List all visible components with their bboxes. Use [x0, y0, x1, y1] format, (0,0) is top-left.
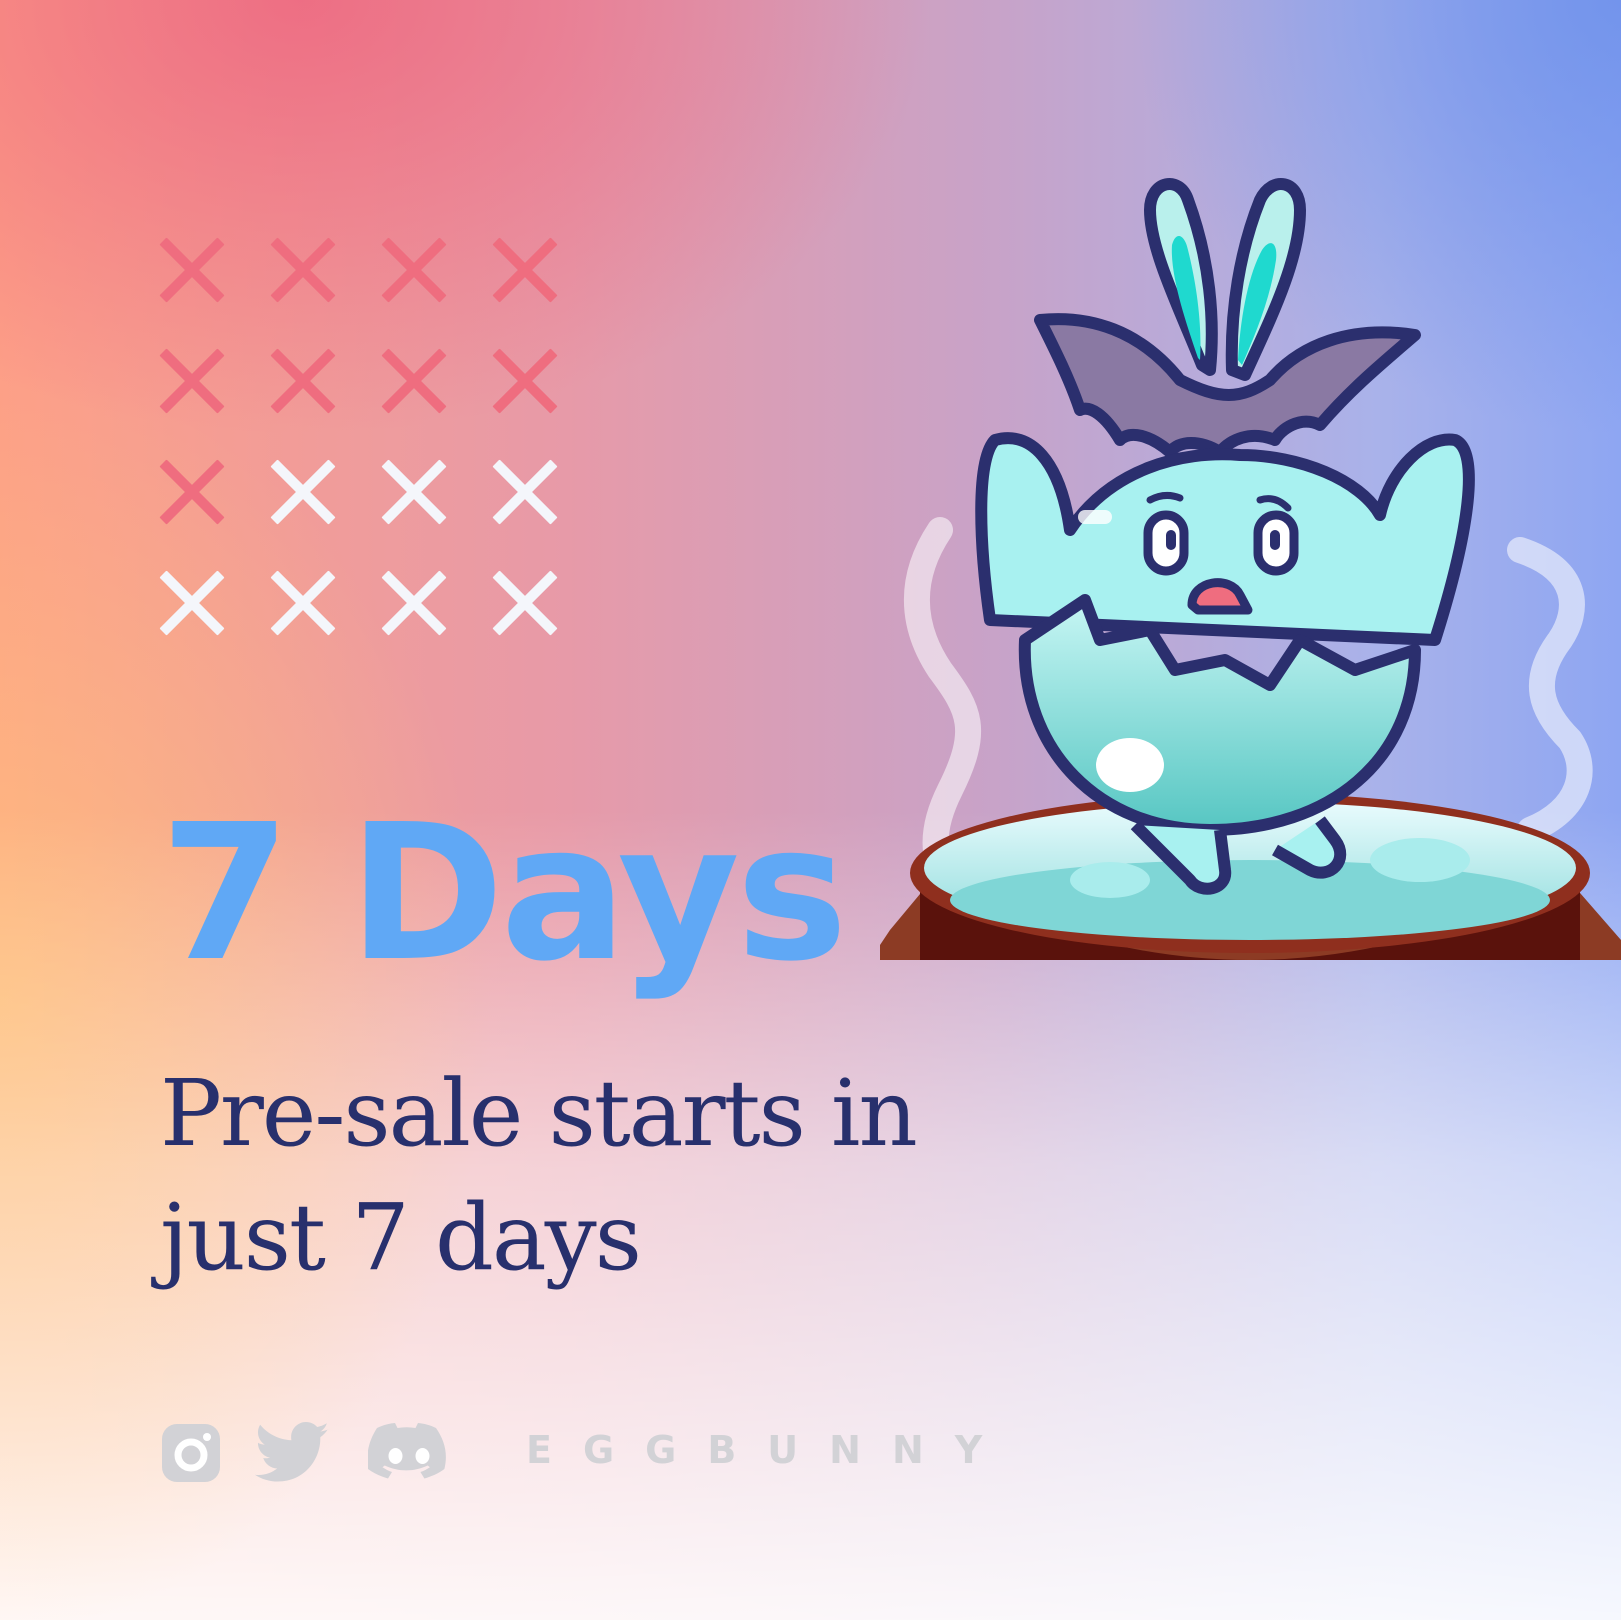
- poster: 7 Days Pre-sale starts in just 7 days EG: [0, 0, 1621, 1620]
- cross-mark-elapsed: [271, 238, 335, 302]
- cross-mark-elapsed: [271, 349, 335, 413]
- social-links: [160, 1420, 450, 1486]
- cross-mark-elapsed: [160, 238, 224, 302]
- cross-mark-elapsed: [382, 238, 446, 302]
- cross-mark-elapsed: [160, 460, 224, 524]
- twitter-icon[interactable]: [254, 1422, 332, 1484]
- subtitle-line-1: Pre-sale starts in: [160, 1060, 918, 1167]
- cross-mark-remaining: [382, 460, 446, 524]
- instagram-icon[interactable]: [160, 1422, 222, 1484]
- cross-mark-remaining: [271, 460, 335, 524]
- cross-mark-remaining: [382, 571, 446, 635]
- subtitle: Pre-sale starts in just 7 days: [160, 1052, 1020, 1300]
- brand-wordmark: EGGBUNNY: [526, 1428, 1014, 1472]
- cross-mark-elapsed: [382, 349, 446, 413]
- cross-mark-elapsed: [160, 349, 224, 413]
- countdown-grid: [160, 238, 557, 635]
- subtitle-line-2: just 7 days: [160, 1184, 642, 1291]
- cross-mark-elapsed: [493, 238, 557, 302]
- cross-mark-remaining: [493, 571, 557, 635]
- cross-mark-remaining: [271, 571, 335, 635]
- cross-mark-elapsed: [493, 349, 557, 413]
- discord-icon[interactable]: [368, 1422, 450, 1484]
- cross-mark-remaining: [160, 571, 224, 635]
- egg-bunny-mascot: [880, 178, 1621, 960]
- cross-mark-remaining: [493, 460, 557, 524]
- headline: 7 Days: [160, 784, 848, 1003]
